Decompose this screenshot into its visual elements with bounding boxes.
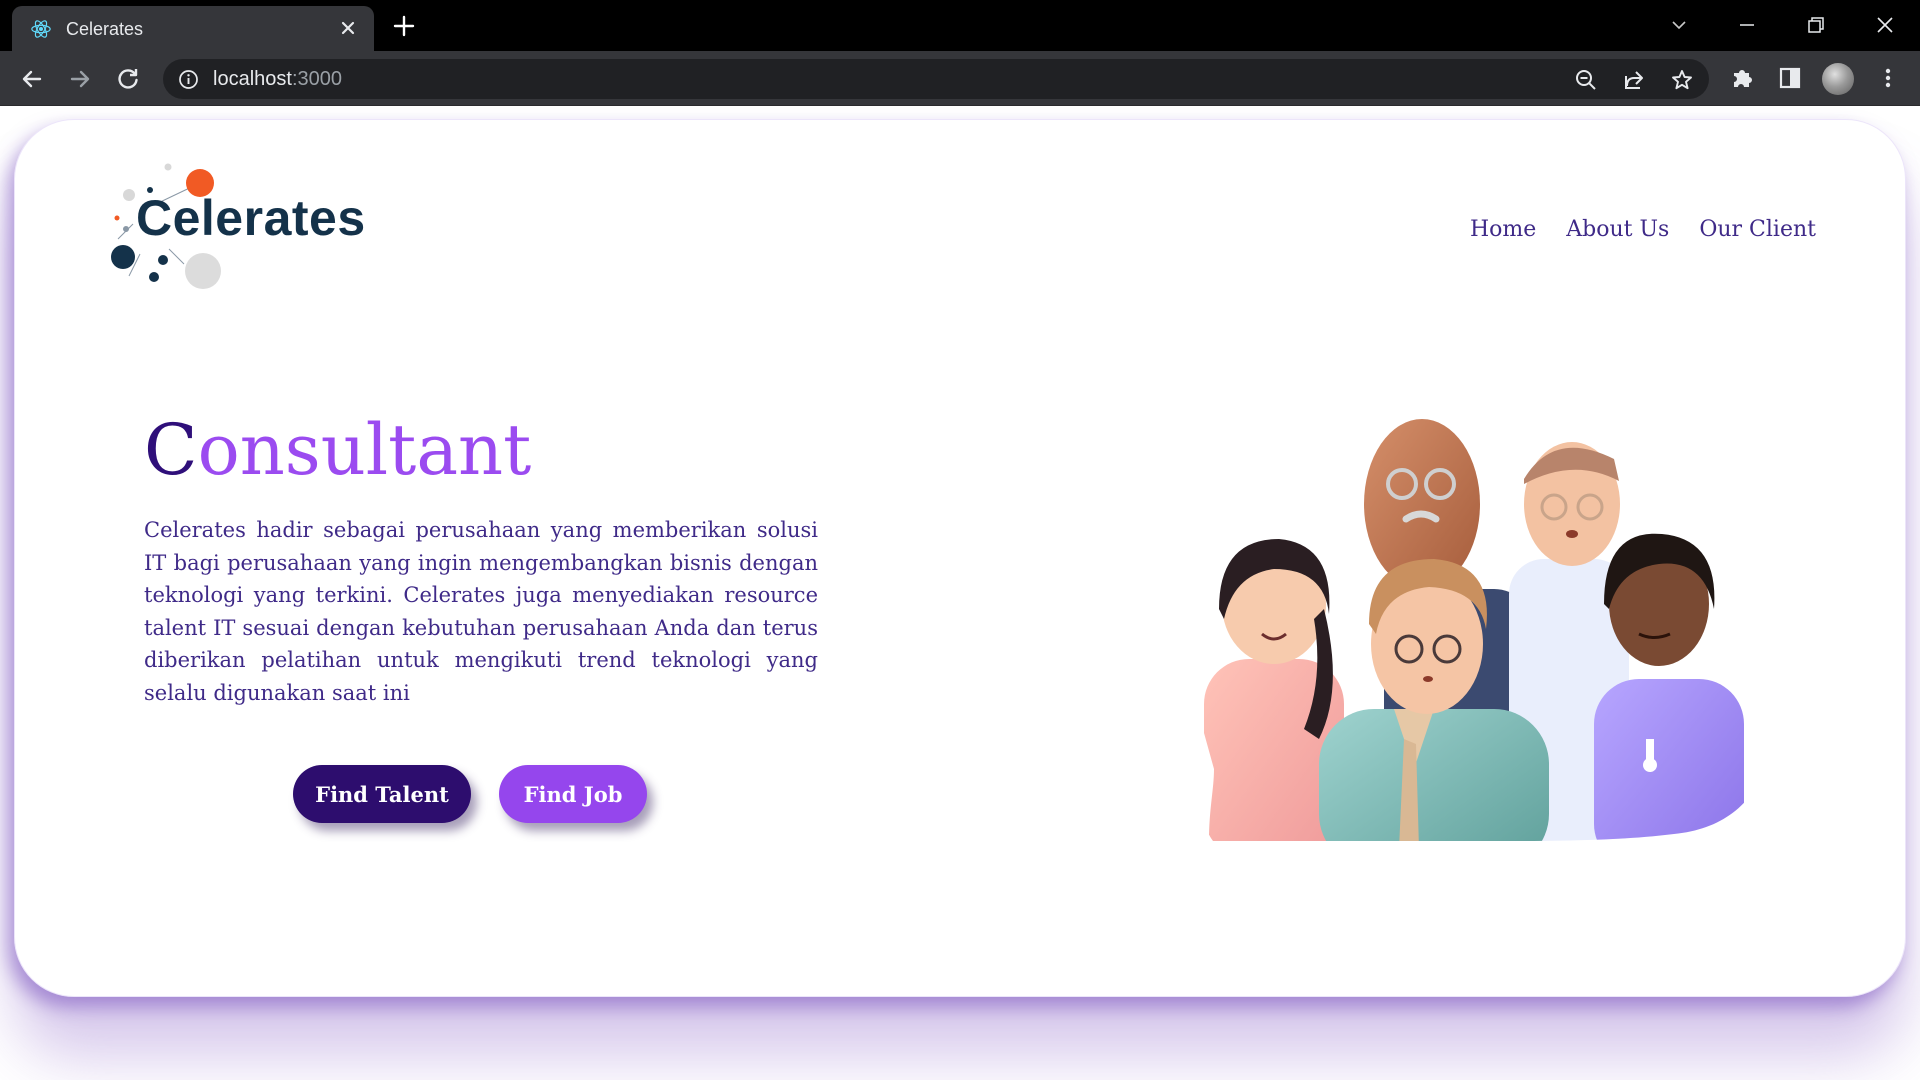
address-bar[interactable]: localhost:3000 (163, 59, 1709, 99)
profile-avatar[interactable] (1822, 63, 1854, 95)
info-icon[interactable] (178, 69, 199, 90)
hero-title: Consultant (144, 409, 532, 491)
logo-text: Celerates (136, 190, 366, 246)
zoom-out-icon[interactable] (1574, 68, 1598, 92)
close-window-icon[interactable] (1872, 12, 1898, 38)
find-job-button[interactable]: Find Job (499, 765, 647, 823)
main-nav: Home About Us Our Client (1470, 217, 1816, 242)
celerates-logo[interactable]: Celerates (84, 159, 384, 289)
browser-toolbar: localhost:3000 (0, 51, 1920, 106)
minimize-icon[interactable] (1734, 12, 1760, 38)
puzzle-icon[interactable] (1729, 64, 1757, 92)
chevron-down-icon[interactable] (1666, 12, 1692, 38)
star-icon[interactable] (1670, 68, 1694, 92)
team-illustration (1134, 419, 1744, 841)
side-panel-icon[interactable] (1776, 64, 1804, 92)
browser-tab[interactable]: Celerates (12, 6, 374, 51)
tab-title: Celerates (66, 19, 144, 39)
more-vert-icon[interactable] (1874, 64, 1902, 92)
nav-our-client[interactable]: Our Client (1699, 217, 1816, 242)
url-text: localhost:3000 (213, 68, 342, 90)
find-talent-button[interactable]: Find Talent (293, 765, 471, 823)
forward-icon[interactable] (66, 65, 94, 93)
back-icon[interactable] (18, 65, 46, 93)
react-favicon-icon (31, 20, 51, 38)
nav-home[interactable]: Home (1470, 217, 1536, 242)
close-icon[interactable] (338, 18, 358, 38)
nav-about-us[interactable]: About Us (1566, 217, 1669, 242)
plus-icon[interactable] (392, 14, 416, 38)
share-icon[interactable] (1622, 68, 1646, 92)
restore-icon[interactable] (1803, 12, 1829, 38)
page-viewport: Celerates Home About Us Our Client Consu… (0, 107, 1920, 1080)
hero-description: Celerates hadir sebagai perusahaan yang … (144, 518, 818, 705)
reload-icon[interactable] (114, 65, 142, 93)
browser-tab-bar: Celerates (0, 0, 1920, 51)
hero-card: Celerates Home About Us Our Client Consu… (14, 119, 1906, 997)
